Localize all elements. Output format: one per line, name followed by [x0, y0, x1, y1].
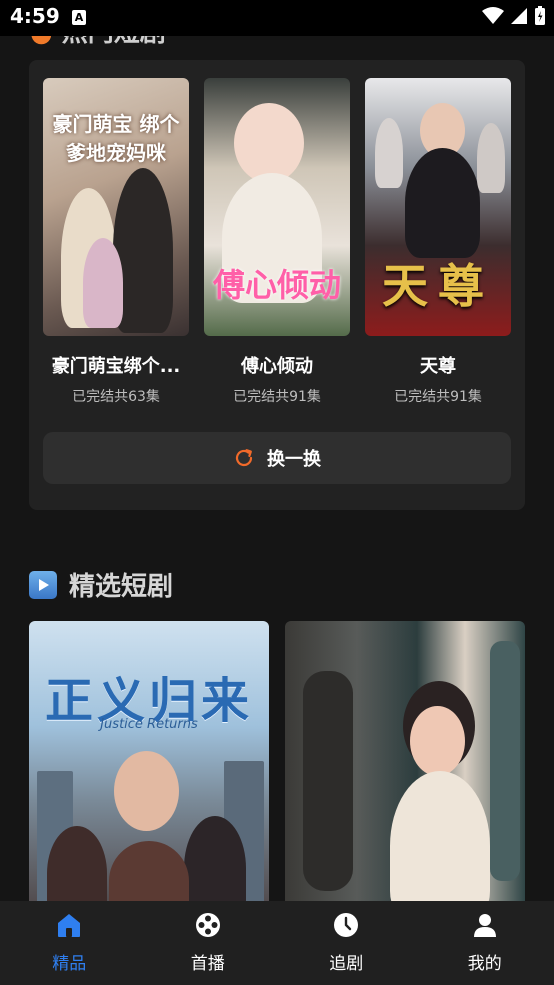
status-time: 4:59 [10, 4, 60, 28]
drama-episodes: 已完结共63集 [72, 389, 160, 405]
poster-title: 豪门萌宝 绑个爹地宠妈咪 [52, 112, 180, 165]
home-icon [58, 914, 81, 937]
drama-episodes: 已完结共91集 [233, 389, 321, 405]
nav-item-profile[interactable]: 我的 [416, 901, 554, 985]
swap-label: 换一换 [267, 449, 321, 470]
featured-drama-card[interactable] [285, 621, 525, 921]
hot-drama-card[interactable]: 天尊 天尊 已完结共91集 [365, 78, 511, 406]
nav-item-premiere[interactable]: 首播 [139, 901, 278, 985]
user-icon [473, 914, 496, 937]
featured-section-title: 精选短剧 [69, 572, 174, 602]
drama-poster[interactable]: 豪门萌宝 绑个爹地宠妈咪 [43, 78, 189, 336]
refresh-icon [235, 449, 253, 467]
hot-drama-card[interactable]: 豪门萌宝 绑个爹地宠妈咪 豪门萌宝绑个... 已完结共63集 [43, 78, 189, 406]
film-reel-icon [195, 913, 220, 937]
poster-subtitle: Justice Returns [100, 717, 198, 732]
nav-label: 我的 [467, 954, 502, 974]
nav-label: 追剧 [329, 954, 364, 974]
bottom-navigation: 精品 首播 追剧 我的 [0, 901, 554, 985]
drama-episodes: 已完结共91集 [394, 389, 482, 405]
drama-poster[interactable]: 天尊 [365, 78, 511, 336]
signal-icon [511, 8, 527, 24]
poster-title: 傅心倾动 [212, 266, 341, 304]
nav-item-following[interactable]: 追剧 [277, 901, 416, 985]
hot-drama-card[interactable]: 傅心倾动 傅心倾动 已完结共91集 [204, 78, 350, 406]
drama-name: 傅心倾动 [241, 356, 313, 377]
featured-drama-card[interactable]: 正义归来 Justice Returns [29, 621, 269, 921]
notification-icon: A [72, 10, 86, 25]
featured-section-header: 精选短剧 [29, 566, 173, 603]
drama-name: 天尊 [420, 356, 456, 377]
poster-title: 天尊 [382, 259, 494, 313]
nav-label: 精品 [52, 954, 87, 974]
drama-name: 豪门萌宝绑个... [51, 356, 181, 377]
nav-item-home[interactable]: 精品 [0, 901, 139, 985]
swap-button[interactable]: 换一换 [43, 432, 511, 484]
play-icon [29, 570, 57, 599]
nav-label: 首播 [190, 954, 225, 974]
status-icons [482, 6, 546, 26]
status-bar: 4:59 A [0, 0, 554, 36]
battery-icon [535, 6, 545, 25]
clock-icon [334, 913, 359, 937]
hot-dramas-panel: 豪门萌宝 绑个爹地宠妈咪 豪门萌宝绑个... 已完结共63集 傅心倾动 傅心倾动… [29, 60, 525, 510]
wifi-icon [482, 7, 504, 24]
drama-poster[interactable]: 傅心倾动 [204, 78, 350, 336]
